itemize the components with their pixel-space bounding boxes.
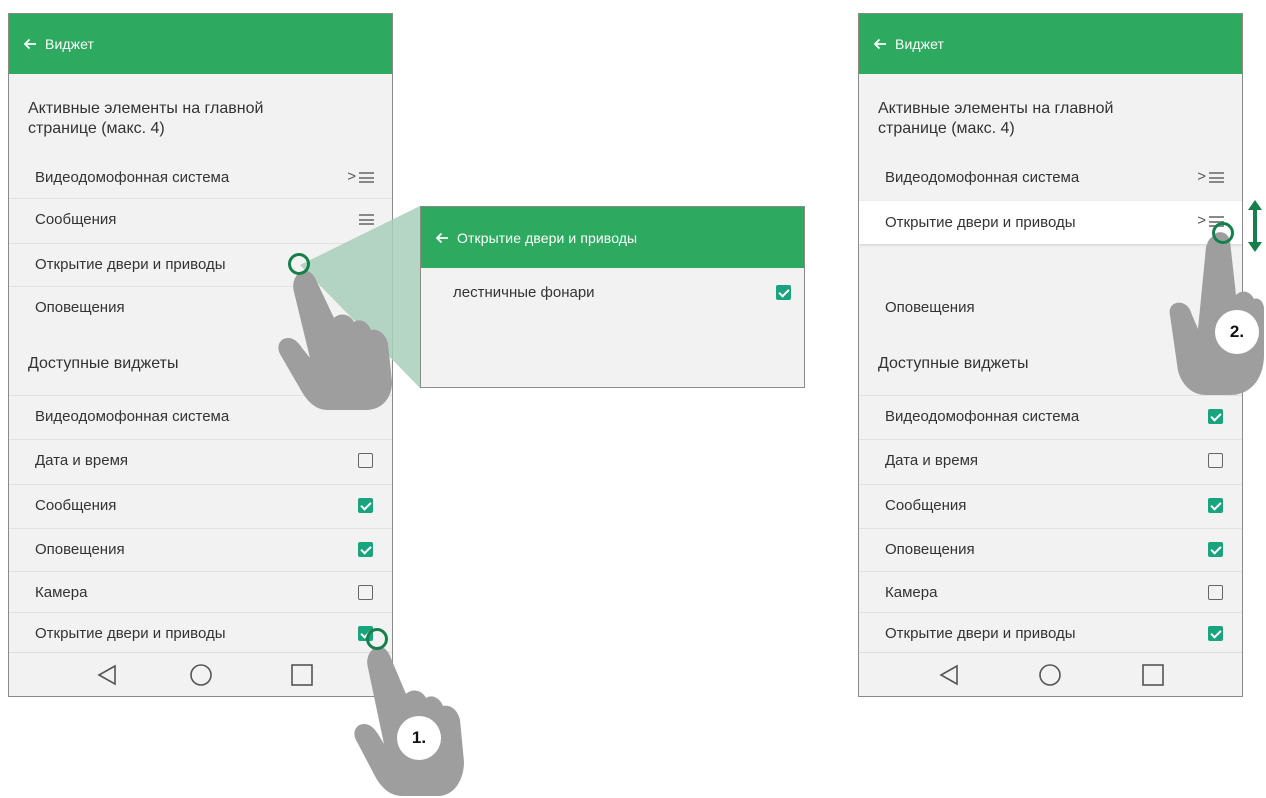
appbar-title: Виджет	[895, 36, 945, 52]
item-label: Дата и время	[885, 451, 979, 469]
popup-item-stair-lights[interactable]: лестничные фонари	[421, 270, 804, 314]
available-item[interactable]: Сообщения	[859, 484, 1242, 525]
checkbox-icon[interactable]	[1208, 542, 1223, 557]
chevron-right-icon[interactable]: >	[1197, 168, 1206, 185]
checkbox-icon[interactable]	[776, 285, 791, 300]
appbar: Виджет	[859, 14, 1242, 74]
item-label: Сообщения	[885, 496, 967, 514]
up-down-arrow-icon	[1248, 200, 1262, 252]
item-label: Оповещения	[885, 540, 975, 558]
item-label: Камера	[885, 583, 938, 601]
available-heading: Доступные виджеты	[878, 355, 1029, 372]
item-label: Видеодомофонная система	[885, 407, 1080, 425]
step-2-badge: 2.	[1215, 310, 1259, 354]
touch-indicator	[366, 628, 388, 650]
drag-handle-icon[interactable]	[1209, 172, 1224, 183]
system-nav-bar	[859, 652, 1242, 696]
touch-indicator	[1212, 222, 1234, 244]
nav-home-icon[interactable]	[1038, 663, 1062, 687]
back-arrow-icon[interactable]	[873, 37, 887, 51]
step-1-badge: 1.	[397, 716, 441, 760]
touch-indicator	[288, 253, 310, 275]
checkbox-icon[interactable]	[1208, 498, 1223, 513]
nav-back-icon[interactable]	[937, 663, 961, 687]
active-heading: Активные элементы на главной странице (м…	[878, 100, 1114, 137]
back-arrow-icon[interactable]	[435, 231, 449, 245]
door-opening-popup: Открытие двери и приводы лестничные фона…	[420, 206, 805, 388]
checkbox-icon[interactable]	[1208, 453, 1223, 468]
popup-appbar: Открытие двери и приводы	[421, 207, 804, 268]
checkbox-icon[interactable]	[1208, 585, 1223, 600]
checkbox-icon[interactable]	[1208, 409, 1223, 424]
available-item[interactable]: Видеодомофонная система	[859, 395, 1242, 436]
nav-recents-icon[interactable]	[1141, 663, 1165, 687]
checkbox-icon[interactable]	[1208, 626, 1223, 641]
available-item[interactable]: Оповещения	[859, 528, 1242, 569]
available-item[interactable]: Открытие двери и приводы	[859, 612, 1242, 653]
hand-pointer-icon	[278, 270, 392, 410]
popup-title: Открытие двери и приводы	[457, 229, 638, 246]
available-item[interactable]: Камера	[859, 571, 1242, 612]
item-label: Видеодомофонная система	[885, 169, 1080, 186]
available-item[interactable]: Дата и время	[859, 439, 1242, 480]
item-label: Открытие двери и приводы	[885, 624, 1076, 642]
active-item-videophone[interactable]: Видеодомофонная система >	[859, 157, 1242, 198]
item-label: лестничные фонари	[453, 283, 595, 301]
